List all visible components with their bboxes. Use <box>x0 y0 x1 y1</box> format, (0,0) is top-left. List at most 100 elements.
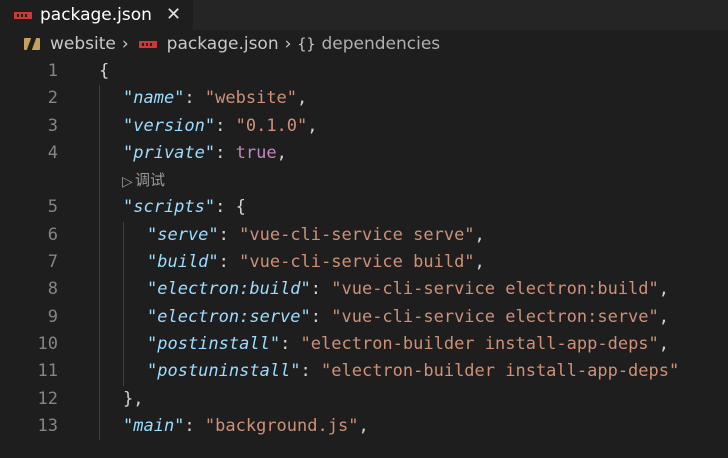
token-str: "0.1.0" <box>235 115 308 136</box>
line-number: 8 <box>47 279 58 300</box>
code-text: "serve": "vue-cli-service serve", <box>147 222 485 249</box>
play-icon <box>122 169 133 196</box>
code-line[interactable]: 9 "electron:serve": "vue-cli-service elec… <box>0 303 728 331</box>
token-key: "electron:build" <box>147 279 311 300</box>
code-line[interactable]: 13 "main": "background.js", <box>0 412 728 441</box>
token-punc: , <box>658 333 670 354</box>
code-line[interactable]: 4 "private": true, <box>0 139 728 168</box>
token-punc: , <box>658 306 670 327</box>
line-number: 6 <box>47 224 58 245</box>
indent-guide <box>99 385 100 413</box>
token-punc: : <box>218 252 240 273</box>
debug-codelens-link[interactable]: 调试 <box>122 167 165 196</box>
token-punc: : <box>310 279 332 300</box>
line-number: 9 <box>47 306 58 327</box>
breadcrumb-symbol[interactable]: dependencies <box>321 34 440 54</box>
token-str: "vue-cli-service build" <box>239 252 475 273</box>
chevron-right-icon: › <box>284 34 292 54</box>
code-line[interactable]: 5 "scripts": { <box>0 194 728 222</box>
line-number: 3 <box>47 115 58 136</box>
indent-guide <box>123 303 124 331</box>
indent-guide <box>123 358 124 386</box>
indent-guide <box>99 194 100 222</box>
indent-guide <box>99 412 100 441</box>
token-str: "vue-cli-service serve" <box>239 224 475 245</box>
code-text: { <box>99 58 109 85</box>
tab-package-json[interactable]: package.json ✕ <box>0 0 194 30</box>
code-line[interactable]: 1{ <box>0 58 728 85</box>
code-text: }, <box>123 386 143 413</box>
chevron-right-icon: › <box>121 34 129 54</box>
code-line[interactable]: 11 "postuninstall": "electron-builder ins… <box>0 358 728 386</box>
indent-guide <box>99 358 100 386</box>
indent-guide <box>99 249 100 277</box>
indent-guide <box>99 330 100 359</box>
line-number: 7 <box>47 252 58 273</box>
indent-guide <box>123 330 124 359</box>
token-punc: , <box>474 224 485 245</box>
line-number: 13 <box>37 415 58 436</box>
line-number: 12 <box>37 388 58 409</box>
token-punc: : <box>215 115 236 136</box>
line-number: 5 <box>47 197 58 218</box>
token-punc: , <box>474 252 485 273</box>
token-punc: }, <box>123 388 144 409</box>
token-str: "background.js" <box>204 415 359 436</box>
code-text: "private": true, <box>123 140 287 167</box>
code-line[interactable]: 7 "build": "vue-cli-service build", <box>0 249 728 277</box>
tab-bar: package.json ✕ <box>0 0 728 30</box>
indent-guide <box>99 85 100 113</box>
indent-guide <box>99 303 100 331</box>
line-number: 1 <box>47 61 58 81</box>
token-key: "serve" <box>147 224 219 245</box>
token-str: "vue-cli-service electron:build" <box>331 279 659 300</box>
token-str: "electron-builder install-app-deps" <box>321 361 680 382</box>
npm-icon <box>14 11 32 19</box>
token-punc: , <box>297 88 308 109</box>
tab-label: package.json <box>40 5 152 25</box>
token-punc: : <box>310 306 332 327</box>
code-line[interactable]: 2 "name": "website", <box>0 85 728 113</box>
breadcrumb: website › package.json › {} dependencies <box>0 30 728 58</box>
token-punc: : <box>215 142 236 163</box>
line-number: 2 <box>47 88 58 109</box>
code-line[interactable]: 8 "electron:build": "vue-cli-service elec… <box>0 276 728 304</box>
token-key: "main" <box>123 415 185 436</box>
token-bool: true <box>235 142 277 163</box>
token-key: "postuninstall" <box>147 361 301 382</box>
indent-guide <box>99 221 100 250</box>
code-text: "version": "0.1.0", <box>123 113 318 140</box>
breadcrumb-file[interactable]: package.json <box>167 34 279 54</box>
codelens-debug: 调试 <box>0 167 728 196</box>
token-punc: , <box>358 415 369 436</box>
line-number: 11 <box>37 361 58 382</box>
token-punc: , <box>307 115 318 136</box>
code-editor[interactable]: 1{2 "name": "website", 3 "version": "0.1.0"… <box>0 58 728 441</box>
code-text: "electron:build": "vue-cli-service elect… <box>147 276 669 303</box>
token-key: "name" <box>123 88 185 109</box>
token-punc: : <box>184 415 205 436</box>
token-key: "scripts" <box>123 197 216 218</box>
code-line[interactable]: 3 "version": "0.1.0", <box>0 112 728 140</box>
code-line[interactable]: 10 "postinstall": "electron-builder insta… <box>0 330 728 359</box>
folder-icon <box>24 38 40 50</box>
line-number: 10 <box>37 333 58 354</box>
token-key: "private" <box>123 142 216 163</box>
token-str: "website" <box>204 88 298 109</box>
breadcrumb-folder[interactable]: website <box>50 34 116 54</box>
token-punc: : <box>218 224 240 245</box>
indent-guide <box>99 139 100 168</box>
token-punc: : { <box>215 197 246 218</box>
token-punc: : <box>300 361 322 382</box>
indent-guide <box>123 276 124 304</box>
code-text: "postuninstall": "electron-builder insta… <box>147 358 679 385</box>
code-text: "main": "background.js", <box>123 413 369 440</box>
token-punc: , <box>658 279 670 300</box>
token-punc: , <box>276 142 287 163</box>
code-text: "electron:serve": "vue-cli-service elect… <box>147 304 669 331</box>
token-key: "electron:serve" <box>147 306 311 327</box>
close-icon[interactable]: ✕ <box>166 6 181 24</box>
code-line[interactable]: 12}, <box>0 385 728 413</box>
code-line[interactable]: 6 "serve": "vue-cli-service serve", <box>0 221 728 250</box>
code-text: "build": "vue-cli-service build", <box>147 249 485 276</box>
